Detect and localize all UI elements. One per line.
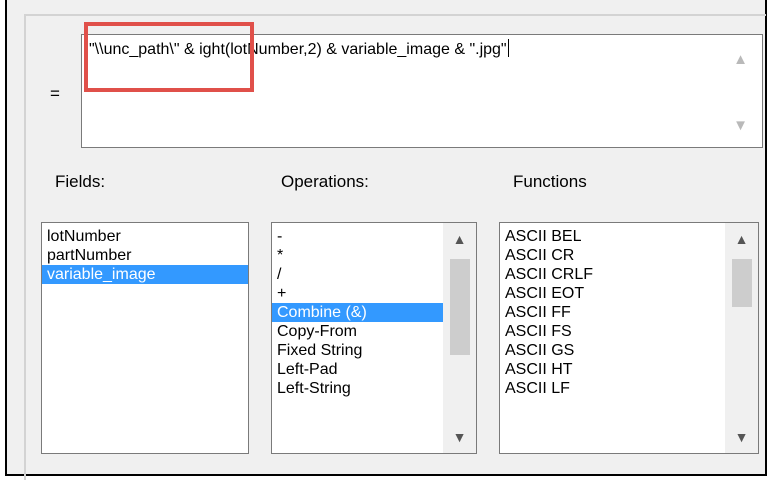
list-item[interactable]: ASCII HT [500,360,725,379]
chevron-up-icon[interactable]: ▲ [725,231,758,247]
operations-items: - * / + Combine (&) Copy-From Fixed String Left… [272,227,443,398]
list-item[interactable]: ASCII EOT [500,284,725,303]
operations-scrollbar[interactable]: ▲ ▼ [443,223,476,453]
functions-listbox[interactable]: ASCII BEL ASCII CR ASCII CRLF ASCII EOT ASCI… [499,222,759,454]
list-item[interactable]: lotNumber [42,227,248,246]
list-item[interactable]: Copy-From [272,322,443,341]
fields-label: Fields: [55,172,106,191]
list-item[interactable]: ASCII CR [500,246,725,265]
operations-label: Operations: [281,172,369,191]
list-item[interactable]: * [272,246,443,265]
scrollbar-thumb[interactable] [732,259,752,307]
expression-builder-dialog: = "\\unc_path\" & ight(lotNumber,2) & va… [5,0,767,480]
list-item[interactable]: + [272,284,443,303]
list-item[interactable]: ASCII BEL [500,227,725,246]
list-item[interactable]: Combine (&) [272,303,443,322]
list-item[interactable]: variable_image [42,265,248,284]
chevron-down-icon[interactable]: ▼ [443,429,476,445]
expression-text[interactable]: "\\unc_path\" & ight(lotNumber,2) & vari… [89,39,509,59]
list-item[interactable]: ASCII FF [500,303,725,322]
equals-label: = [50,84,60,103]
text-caret [507,39,509,57]
screenshot-stage: = "\\unc_path\" & ight(lotNumber,2) & va… [0,0,776,480]
list-item[interactable]: Left-String [272,379,443,398]
functions-items: ASCII BEL ASCII CR ASCII CRLF ASCII EOT ASCI… [500,227,725,398]
list-item[interactable]: ASCII GS [500,341,725,360]
list-item[interactable]: ASCII FS [500,322,725,341]
chevron-up-icon[interactable]: ▲ [733,51,748,68]
list-item[interactable]: - [272,227,443,246]
scrollbar-thumb[interactable] [450,259,470,355]
list-item[interactable]: / [272,265,443,284]
list-item[interactable]: ASCII CRLF [500,265,725,284]
expression-value[interactable]: "\\unc_path\" & ight(lotNumber,2) & vari… [89,41,507,58]
operations-listbox[interactable]: - * / + Combine (&) Copy-From Fixed String Left… [271,222,477,454]
fields-items: lotNumber partNumber variable_image [42,227,248,284]
functions-label: Functions [513,172,587,191]
list-item[interactable]: ASCII LF [500,379,725,398]
chevron-down-icon[interactable]: ▼ [733,117,748,134]
list-item[interactable]: Fixed String [272,341,443,360]
fields-listbox[interactable]: lotNumber partNumber variable_image [41,222,249,454]
functions-scrollbar[interactable]: ▲ ▼ [725,223,758,453]
list-item[interactable]: partNumber [42,246,248,265]
expression-textarea[interactable]: "\\unc_path\" & ight(lotNumber,2) & vari… [81,34,763,148]
chevron-down-icon[interactable]: ▼ [725,429,758,445]
chevron-up-icon[interactable]: ▲ [443,231,476,247]
list-item[interactable]: Left-Pad [272,360,443,379]
